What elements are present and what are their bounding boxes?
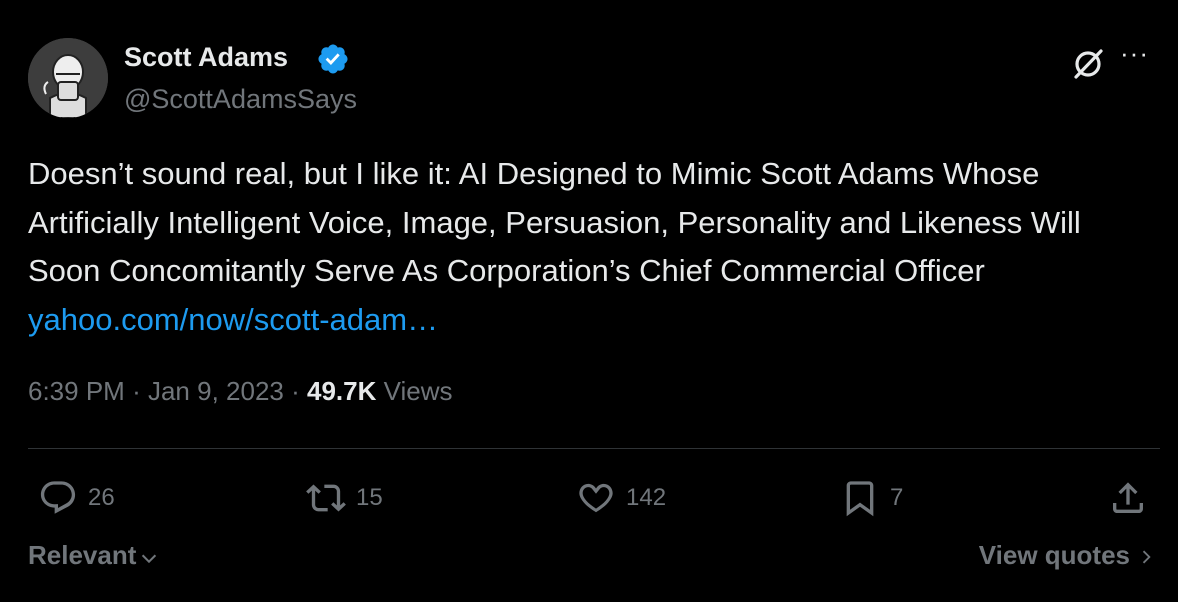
chevron-right-icon xyxy=(1142,550,1151,563)
sort-dropdown[interactable]: Relevant xyxy=(28,540,160,571)
avatar[interactable] xyxy=(28,38,108,118)
view-quotes-label: View quotes xyxy=(978,540,1130,570)
reply-button[interactable]: 26 xyxy=(38,476,115,520)
retweet-count: 15 xyxy=(356,484,383,511)
sort-label: Relevant xyxy=(28,540,137,570)
grok-icon[interactable] xyxy=(1068,44,1108,84)
tweet-meta: 6:39 PM · Jan 9, 2023 · 49.7K Views xyxy=(28,376,453,407)
verified-badge-icon[interactable] xyxy=(316,42,350,76)
author-handle[interactable]: @ScottAdamsSays xyxy=(124,84,357,115)
heart-icon xyxy=(579,483,613,513)
divider xyxy=(28,448,1160,449)
like-button[interactable]: 142 xyxy=(576,476,666,520)
chevron-down-icon xyxy=(142,554,157,563)
views-label: Views xyxy=(383,376,453,406)
share-button[interactable] xyxy=(1108,476,1148,520)
tweet-text: Doesn’t sound real, but I like it: AI De… xyxy=(28,150,1148,344)
reply-count: 26 xyxy=(88,484,115,511)
views-count: 49.7K xyxy=(307,376,377,406)
like-count: 142 xyxy=(626,484,667,511)
meta-separator: · xyxy=(132,376,141,406)
more-icon[interactable]: ··· xyxy=(1120,38,1149,69)
bookmark-count: 7 xyxy=(890,484,904,511)
reply-icon xyxy=(40,481,76,514)
bookmark-icon xyxy=(846,481,874,517)
bookmark-button[interactable]: 7 xyxy=(840,476,903,520)
view-quotes-link[interactable]: View quotes xyxy=(979,540,1156,571)
tweet-link[interactable]: yahoo.com/now/scott-adam… xyxy=(28,302,438,337)
share-icon xyxy=(1113,482,1143,513)
avatar-illustration xyxy=(28,38,108,118)
tweet-date[interactable]: Jan 9, 2023 xyxy=(148,376,284,406)
tweet-body: Doesn’t sound real, but I like it: AI De… xyxy=(28,156,1081,288)
author-name[interactable]: Scott Adams xyxy=(124,42,288,73)
meta-separator: · xyxy=(291,376,300,406)
retweet-icon xyxy=(306,484,346,512)
tweet-time[interactable]: 6:39 PM xyxy=(28,376,125,406)
retweet-button[interactable]: 15 xyxy=(306,476,383,520)
